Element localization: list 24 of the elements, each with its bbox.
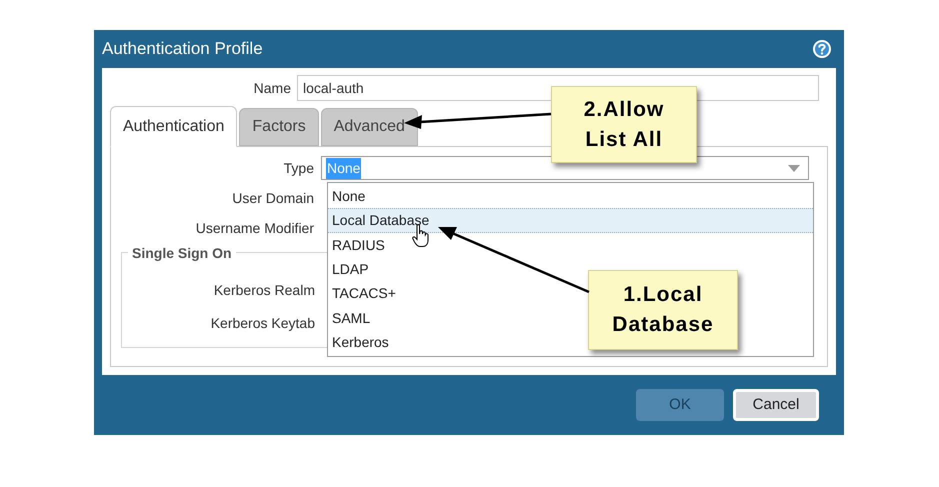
dropdown-option[interactable]: Local Database <box>328 208 813 233</box>
field-label: Type <box>282 158 315 178</box>
dialog-button[interactable]: Cancel <box>733 389 819 421</box>
dropdown-option[interactable]: None <box>328 184 370 208</box>
field-label: User Domain <box>231 188 315 208</box>
field-label: Kerberos Keytab <box>210 314 316 333</box>
dropdown-option[interactable]: Kerberos <box>328 330 393 355</box>
field-label: Username Modifier <box>194 218 315 238</box>
name-field[interactable]: local-auth <box>297 75 819 101</box>
dropdown-option[interactable]: LDAP <box>328 257 373 282</box>
window-title: Authentication Profile <box>102 38 263 60</box>
dropdown-option[interactable]: RADIUS <box>328 232 389 258</box>
callout-note: 1.Local Database <box>588 270 738 350</box>
dropdown-option[interactable]: TACACS+ <box>328 282 400 306</box>
help-icon[interactable] <box>812 39 832 59</box>
field-label: Name <box>252 78 292 98</box>
tab[interactable]: Factors <box>239 108 319 146</box>
field-label: Kerberos Realm <box>212 280 316 300</box>
tab[interactable]: Authentication <box>110 106 238 147</box>
dropdown-arrow-icon[interactable] <box>788 164 800 172</box>
tab[interactable]: Advanced <box>320 108 418 146</box>
dropdown-option[interactable]: SAML <box>328 306 374 331</box>
callout-note: 2.Allow List All <box>551 86 697 163</box>
hand-cursor-icon <box>412 224 430 248</box>
